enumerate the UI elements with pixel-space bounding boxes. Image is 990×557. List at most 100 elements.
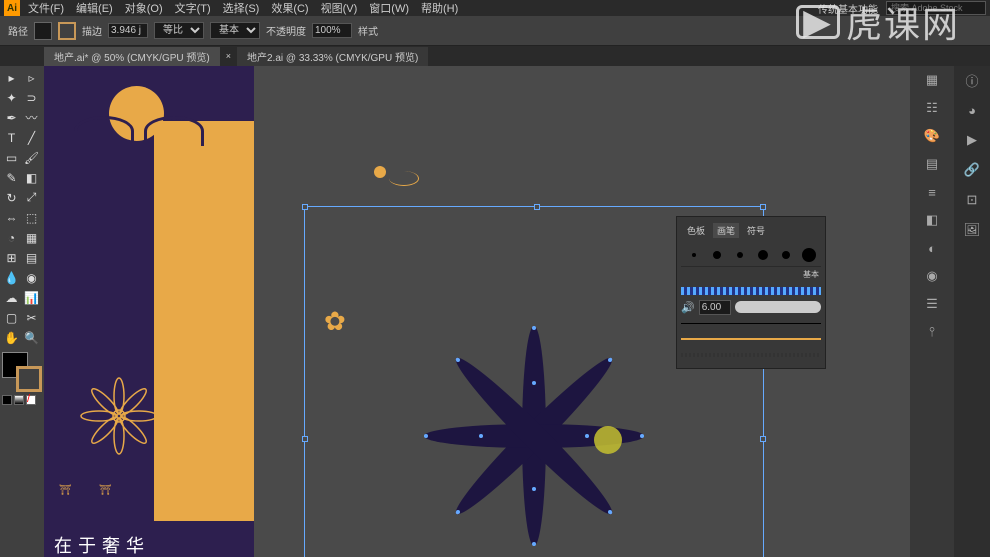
brushes-panel[interactable]: 色板 画笔 符号 基本 🔊 bbox=[676, 216, 826, 369]
tab-doc2[interactable]: 地产2.ai @ 33.33% (CMYK/GPU 预览) bbox=[237, 47, 428, 66]
selection-tool[interactable]: ▸ bbox=[2, 68, 21, 87]
brush-strip-2[interactable] bbox=[681, 316, 821, 330]
perspective-tool[interactable]: ▦ bbox=[22, 228, 41, 247]
zoom-tool[interactable]: 🔍 bbox=[22, 328, 41, 347]
document-tabs: 地产.ai* @ 50% (CMYK/GPU 预览) × 地产2.ai @ 33… bbox=[0, 46, 990, 66]
menu-bar: Ai 文件(F) 编辑(E) 对象(O) 文字(T) 选择(S) 效果(C) 视… bbox=[0, 0, 990, 16]
canvas[interactable]: ⛩ ⛩ 在于奢华 在于精彩 ✿ bbox=[44, 66, 910, 557]
panel-tab-symbols[interactable]: 符号 bbox=[743, 223, 769, 238]
free-transform-tool[interactable]: ⬚ bbox=[22, 208, 41, 227]
line-tool[interactable]: ╱ bbox=[22, 128, 41, 147]
logo-graphic-1: ⛩ bbox=[59, 485, 72, 496]
menu-edit[interactable]: 编辑(E) bbox=[76, 0, 113, 16]
menu-object[interactable]: 对象(O) bbox=[125, 0, 163, 16]
blend-tool[interactable]: ◉ bbox=[22, 268, 41, 287]
color-mode-swatches[interactable]: / bbox=[2, 395, 36, 405]
swoosh-graphic bbox=[389, 171, 419, 186]
graph-tool[interactable]: 📊 bbox=[22, 288, 41, 307]
swatches-icon[interactable]: ▤ bbox=[922, 154, 942, 174]
stroke-label: 描边 bbox=[82, 23, 102, 38]
stroke-icon[interactable]: ≡ bbox=[922, 182, 942, 202]
fill-swatch[interactable] bbox=[34, 22, 52, 40]
color-guide-icon[interactable]: ◕ bbox=[962, 100, 982, 120]
brush-strip-4[interactable] bbox=[681, 348, 821, 362]
hand-tool[interactable]: ✋ bbox=[2, 328, 21, 347]
brush-strip-1[interactable] bbox=[681, 284, 821, 298]
pen-tool[interactable]: ✒ bbox=[2, 108, 21, 127]
menu-type[interactable]: 文字(T) bbox=[175, 0, 211, 16]
calligraphic-brush[interactable] bbox=[735, 301, 821, 313]
info-icon[interactable]: ⓘ bbox=[962, 70, 982, 90]
libraries-icon[interactable]: ☷ bbox=[922, 98, 942, 118]
basic-brush-label: 基本 bbox=[681, 267, 821, 282]
mesh-tool[interactable]: ⊞ bbox=[2, 248, 21, 267]
color-icon[interactable]: 🎨 bbox=[922, 126, 942, 146]
brush-size-input[interactable] bbox=[699, 300, 731, 315]
magic-wand-tool[interactable]: ✦ bbox=[2, 88, 21, 107]
toolbox: ▸ ▹ ✦ ⊃ ✒ 〰 T ╱ ▭ 🖌 ✎ ◧ ↻ ⤢ ⇔ ⬚ ◔ ▦ ⊞ ▤ … bbox=[0, 66, 44, 557]
symbol-tool[interactable]: ☁ bbox=[2, 288, 21, 307]
brush-size-row[interactable]: 🔊 bbox=[681, 300, 821, 314]
app-logo: Ai bbox=[4, 0, 20, 16]
bg-shape bbox=[154, 121, 254, 521]
dot-graphic bbox=[374, 166, 386, 178]
chrysanthemum-graphic bbox=[69, 366, 169, 466]
curvature-tool[interactable]: 〰 bbox=[22, 108, 41, 127]
transparency-icon[interactable]: ◐ bbox=[922, 238, 942, 258]
gradient-icon[interactable]: ◧ bbox=[922, 210, 942, 230]
brush-strip-3[interactable] bbox=[681, 332, 821, 346]
panel-tab-swatches[interactable]: 色板 bbox=[683, 223, 709, 238]
logo-graphic-2: ⛩ bbox=[99, 485, 112, 496]
asset-icon[interactable]: 🖼 bbox=[962, 220, 982, 240]
profile-select[interactable]: 等比 bbox=[154, 22, 204, 39]
stroke-swatch[interactable] bbox=[58, 22, 76, 40]
rectangle-tool[interactable]: ▭ bbox=[2, 148, 21, 167]
menu-help[interactable]: 帮助(H) bbox=[421, 0, 458, 16]
menu-window[interactable]: 窗口(W) bbox=[369, 0, 409, 16]
gradient-tool[interactable]: ▤ bbox=[22, 248, 41, 267]
eyedropper-tool[interactable]: 💧 bbox=[2, 268, 21, 287]
align-icon[interactable]: ⫯ bbox=[922, 322, 942, 342]
type-tool[interactable]: T bbox=[2, 128, 21, 147]
artboard: ⛩ ⛩ 在于奢华 在于精彩 bbox=[44, 66, 254, 557]
rotate-tool[interactable]: ↻ bbox=[2, 188, 21, 207]
properties-icon[interactable]: ▦ bbox=[922, 70, 942, 90]
fill-stroke-indicator[interactable] bbox=[2, 352, 42, 392]
lasso-tool[interactable]: ⊃ bbox=[22, 88, 41, 107]
links-icon[interactable]: 🔗 bbox=[962, 160, 982, 180]
actions-icon[interactable]: ▶ bbox=[962, 130, 982, 150]
tab-doc1[interactable]: 地产.ai* @ 50% (CMYK/GPU 预览) bbox=[44, 47, 220, 66]
shape-builder-tool[interactable]: ◔ bbox=[2, 228, 21, 247]
navigator-icon[interactable]: ⊡ bbox=[962, 190, 982, 210]
layers-icon[interactable]: ☰ bbox=[922, 294, 942, 314]
right-panel-dock-2: ⓘ ◕ ▶ 🔗 ⊡ 🖼 bbox=[954, 66, 990, 557]
bridge-graphic bbox=[74, 116, 214, 156]
style-label: 样式 bbox=[358, 23, 378, 38]
appearance-icon[interactable]: ◉ bbox=[922, 266, 942, 286]
direct-select-tool[interactable]: ▹ bbox=[22, 68, 41, 87]
brush-def-select[interactable]: 基本 bbox=[210, 22, 260, 39]
opacity-label: 不透明度 bbox=[266, 23, 306, 38]
brush-presets-row[interactable] bbox=[681, 244, 821, 267]
eraser-tool[interactable]: ◧ bbox=[22, 168, 41, 187]
right-panel-dock: ▦ ☷ 🎨 ▤ ≡ ◧ ◐ ◉ ☰ ⫯ bbox=[910, 66, 954, 557]
menu-view[interactable]: 视图(V) bbox=[321, 0, 358, 16]
close-tab-icon[interactable]: × bbox=[222, 51, 235, 61]
cursor-highlight bbox=[594, 426, 622, 454]
workspace-switcher[interactable]: 传统基本功能 bbox=[818, 1, 878, 16]
search-input[interactable] bbox=[886, 1, 986, 15]
artboard-tool[interactable]: ▢ bbox=[2, 308, 21, 327]
slice-tool[interactable]: ✂ bbox=[22, 308, 41, 327]
opacity-input[interactable] bbox=[312, 23, 352, 38]
menu-effect[interactable]: 效果(C) bbox=[271, 0, 308, 16]
speaker-icon: 🔊 bbox=[681, 301, 695, 314]
path-label: 路径 bbox=[8, 23, 28, 38]
stroke-weight-input[interactable] bbox=[108, 23, 148, 38]
scale-tool[interactable]: ⤢ bbox=[22, 188, 41, 207]
width-tool[interactable]: ⇔ bbox=[2, 208, 21, 227]
panel-tab-brushes[interactable]: 画笔 bbox=[713, 223, 739, 238]
brush-tool[interactable]: 🖌 bbox=[22, 148, 41, 167]
menu-select[interactable]: 选择(S) bbox=[223, 0, 260, 16]
shaper-tool[interactable]: ✎ bbox=[2, 168, 21, 187]
menu-file[interactable]: 文件(F) bbox=[28, 0, 64, 16]
